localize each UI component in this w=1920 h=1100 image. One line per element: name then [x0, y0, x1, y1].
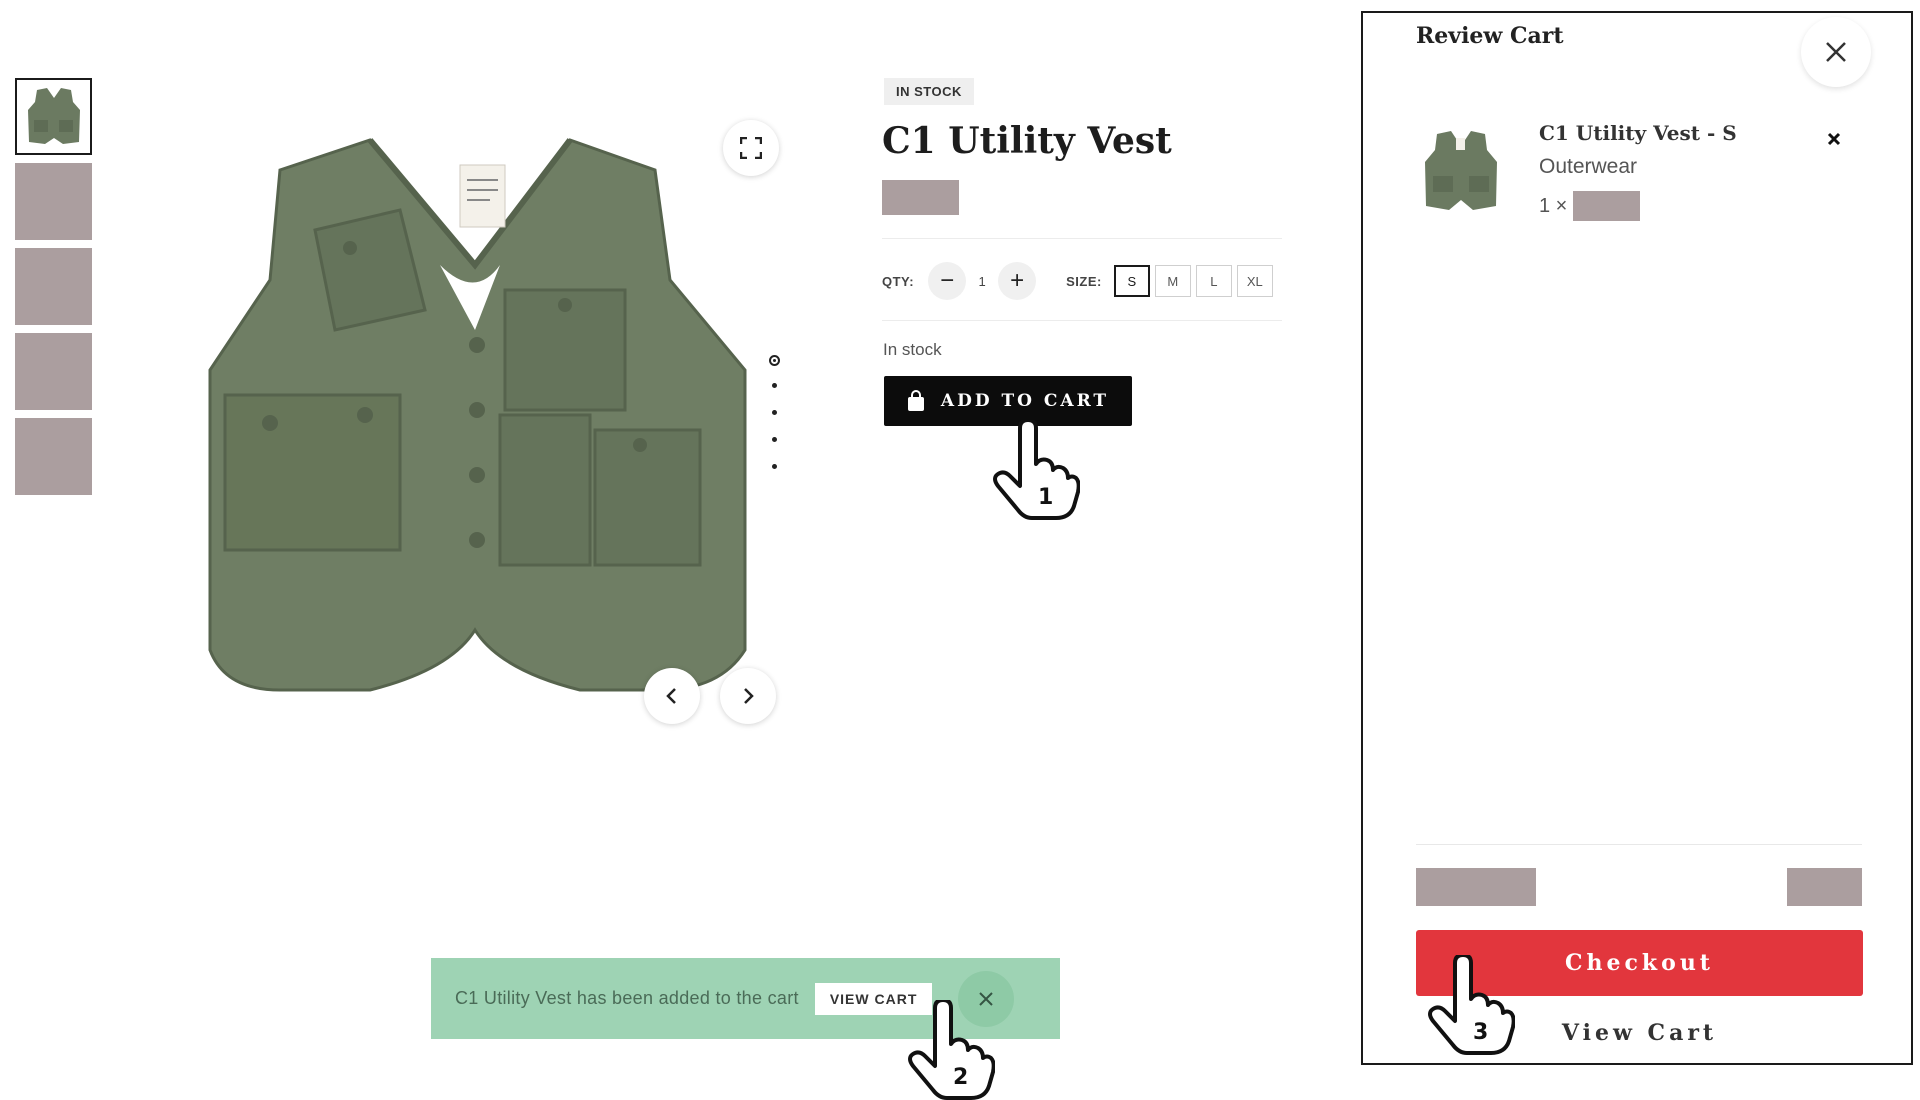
- pagination-dot[interactable]: [771, 410, 777, 415]
- pointer-hand-icon-step-2: 2: [908, 1000, 995, 1100]
- qty-label: QTY:: [882, 273, 915, 289]
- svg-text:3: 3: [1473, 1020, 1488, 1045]
- subtotal-label-placeholder: [1416, 868, 1536, 906]
- svg-text:1: 1: [1038, 485, 1053, 510]
- vest-product-image: [208, 138, 747, 692]
- product-title: C1 Utility Vest: [882, 120, 1172, 162]
- remove-icon: [1827, 132, 1841, 146]
- qty-decrease-button[interactable]: −: [928, 262, 967, 300]
- expand-icon: [740, 137, 762, 159]
- vest-thumbnail-icon: [27, 87, 80, 144]
- toast-message: C1 Utility Vest has been added to the ca…: [455, 988, 799, 1008]
- add-to-cart-button[interactable]: ADD TO CART: [884, 376, 1132, 426]
- thumbnail-placeholder[interactable]: [15, 163, 92, 240]
- pagination-dot[interactable]: [771, 464, 777, 469]
- qty-increase-button[interactable]: +: [998, 262, 1037, 300]
- stock-status-text: In stock: [883, 340, 942, 359]
- pointer-hand-icon-step-3: 3: [1428, 955, 1515, 1055]
- close-icon: [1826, 42, 1846, 62]
- size-option-s[interactable]: S: [1113, 265, 1150, 297]
- cart-summary-divider: [1416, 844, 1862, 845]
- divider: [882, 238, 1282, 239]
- fullscreen-button[interactable]: [723, 120, 779, 176]
- cart-item-remove-button[interactable]: [1827, 132, 1841, 151]
- thumbnail-placeholder[interactable]: [15, 248, 92, 325]
- size-options: S M L XL: [1113, 265, 1273, 297]
- subtotal-value-placeholder: [1787, 868, 1862, 906]
- qty-value[interactable]: 1: [966, 274, 998, 289]
- cart-title: Review Cart: [1416, 23, 1564, 49]
- cart-item-category: Outerwear: [1539, 155, 1638, 178]
- cart-item-thumbnail: [1418, 126, 1504, 216]
- prev-image-button[interactable]: [644, 668, 700, 724]
- size-option-l[interactable]: L: [1195, 265, 1232, 297]
- cart-item-name: C1 Utility Vest - S: [1539, 121, 1737, 145]
- cart-item-price-placeholder: [1573, 191, 1641, 221]
- shopping-bag-icon: [907, 390, 924, 411]
- thumbnail-vest-active[interactable]: [15, 78, 92, 155]
- stock-badge: IN STOCK: [884, 78, 974, 105]
- pagination-dot-active[interactable]: [768, 355, 780, 366]
- chevron-left-icon: [666, 688, 676, 704]
- cart-item-qty-text: 1 ×: [1539, 194, 1568, 217]
- cart-close-button[interactable]: [1801, 17, 1871, 87]
- next-image-button[interactable]: [720, 668, 776, 724]
- size-option-xl[interactable]: XL: [1236, 265, 1273, 297]
- price-placeholder: [882, 180, 959, 215]
- size-option-m[interactable]: M: [1154, 265, 1191, 297]
- divider: [882, 320, 1282, 321]
- thumbnail-list: [15, 78, 95, 503]
- product-gallery: [185, 120, 800, 740]
- pointer-hand-icon-step-1: 1: [993, 420, 1080, 520]
- pagination-dot[interactable]: [771, 437, 777, 442]
- add-to-cart-label: ADD TO CART: [940, 391, 1110, 411]
- cart-item-quantity-row: 1 ×: [1539, 191, 1641, 221]
- review-cart-drawer: Review Cart C1 Utility Vest - S Outerwea…: [1361, 11, 1913, 1065]
- svg-text:2: 2: [953, 1065, 968, 1090]
- qty-size-row: QTY: − 1 + SIZE: S M L XL: [882, 262, 1273, 300]
- vest-thumbnail-icon: [1425, 131, 1497, 210]
- gallery-pagination: [764, 355, 784, 491]
- pagination-dot[interactable]: [771, 383, 777, 388]
- thumbnail-placeholder[interactable]: [15, 333, 92, 410]
- thumbnail-placeholder[interactable]: [15, 418, 92, 495]
- chevron-right-icon: [744, 688, 754, 704]
- size-label: SIZE:: [1066, 273, 1102, 289]
